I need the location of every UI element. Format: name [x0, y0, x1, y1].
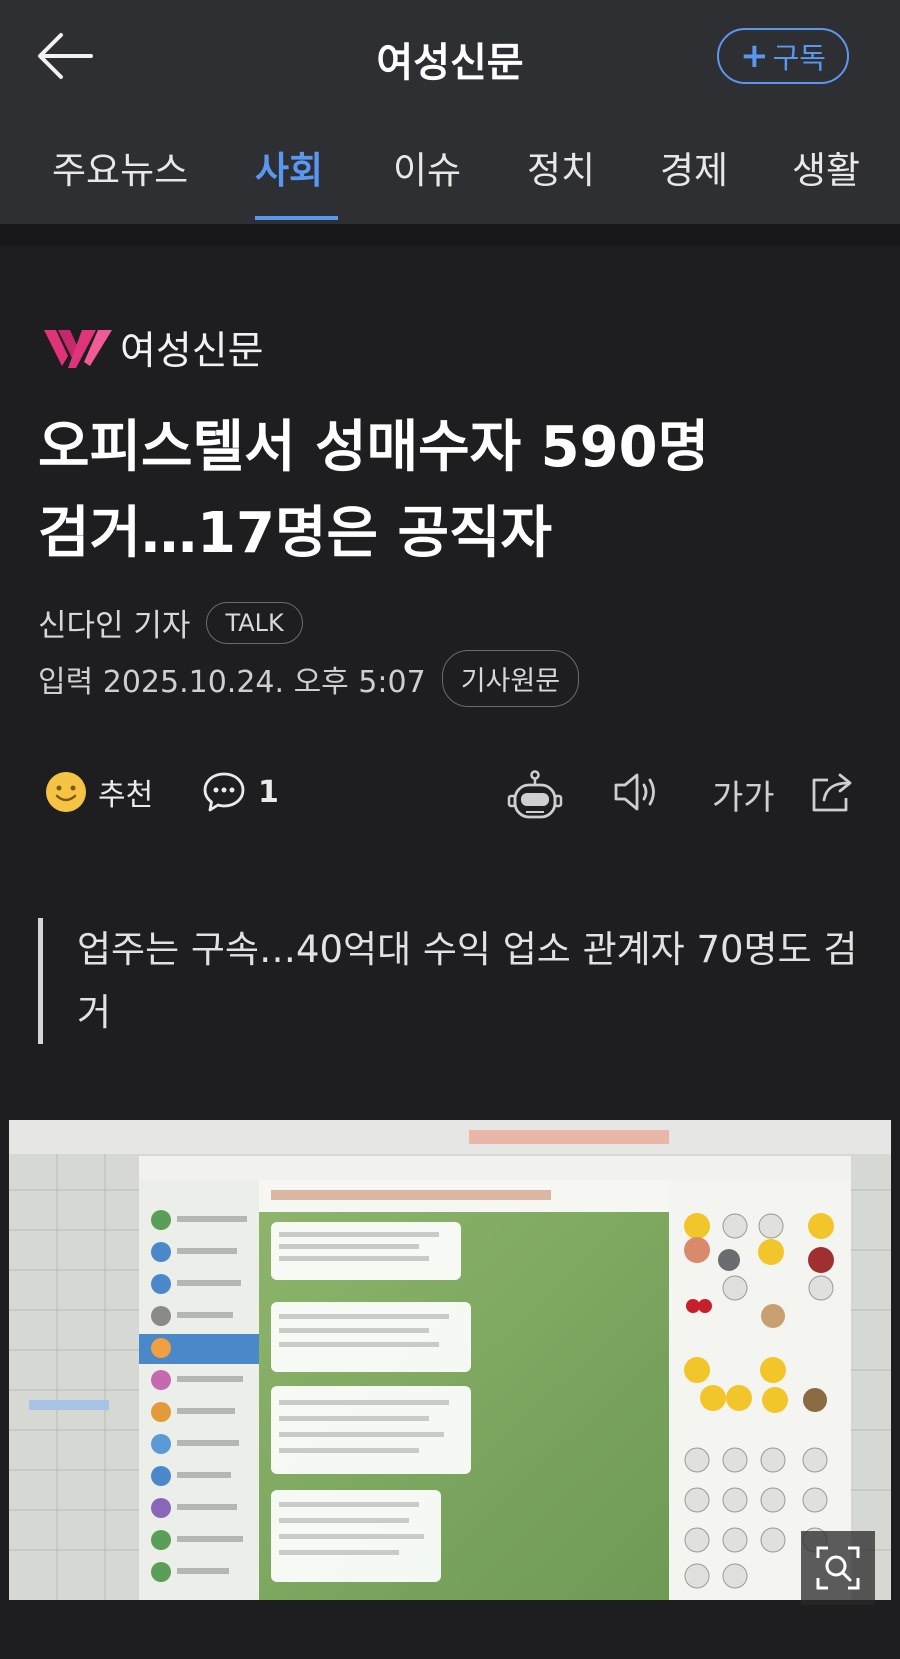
article-actions: 추천 1 가가	[0, 770, 900, 830]
tab-society[interactable]: 사회	[255, 140, 323, 194]
talk-button[interactable]: TALK	[206, 601, 303, 644]
author-name[interactable]: 신다인 기자	[38, 600, 190, 645]
dateline: 입력 2025.10.24. 오후 5:07 기사원문	[38, 650, 580, 707]
subscribe-button[interactable]: + 구독	[717, 28, 849, 84]
article-photo[interactable]	[9, 1120, 891, 1600]
tab-economy[interactable]: 경제	[660, 140, 728, 194]
headline-line-2: 검거…17명은 공직자	[38, 501, 553, 566]
share-icon	[812, 773, 852, 812]
publisher-logo[interactable]: 여성신문	[42, 320, 264, 376]
speaker-icon	[614, 773, 655, 811]
font-size-label: 가가	[712, 778, 775, 818]
byline: 신다인 기자 TALK	[38, 600, 303, 645]
article-summary: 업주는 구속…40억대 수익 업소 관계자 70명도 검거	[38, 918, 878, 1044]
recommend-label: 추천	[98, 778, 154, 813]
image-zoom-button[interactable]	[801, 1531, 875, 1605]
brand-logo-icon	[44, 330, 112, 368]
active-tab-indicator	[255, 216, 338, 220]
share-button[interactable]	[808, 770, 856, 814]
tab-issue[interactable]: 이슈	[393, 140, 461, 194]
header-divider	[0, 224, 900, 246]
headline-line-1: 오피스텔서 성매수자 590명	[38, 415, 710, 480]
font-size-button[interactable]: 가가	[712, 770, 775, 819]
app-header: 여성신문 + 구독 주요뉴스 사회 이슈 정치 경제 생활	[0, 0, 900, 224]
section-tabs: 주요뉴스 사회 이슈 정치 경제 생활	[0, 140, 900, 224]
robot-icon	[507, 770, 563, 819]
original-article-button[interactable]: 기사원문	[441, 650, 580, 707]
plus-icon: +	[740, 36, 769, 76]
tab-living[interactable]: 생활	[792, 140, 860, 194]
photo-image	[9, 1120, 891, 1600]
tab-main-news[interactable]: 주요뉴스	[52, 140, 188, 194]
comment-count: 1	[258, 774, 279, 810]
comment-icon	[203, 772, 245, 812]
recommend-button[interactable]: 추천	[44, 770, 153, 814]
tab-politics[interactable]: 정치	[527, 140, 595, 194]
comment-button[interactable]: 1	[202, 770, 279, 814]
publisher-name: 여성신문	[120, 329, 264, 374]
read-aloud-button[interactable]	[612, 770, 662, 814]
smile-icon	[46, 772, 86, 812]
zoom-icon	[816, 1546, 860, 1590]
published-time: 입력 2025.10.24. 오후 5:07	[38, 664, 426, 700]
subscribe-label: 구독	[772, 41, 826, 75]
ai-summary-button[interactable]	[506, 770, 564, 826]
article-headline: 오피스텔서 성매수자 590명 검거…17명은 공직자	[38, 405, 878, 577]
